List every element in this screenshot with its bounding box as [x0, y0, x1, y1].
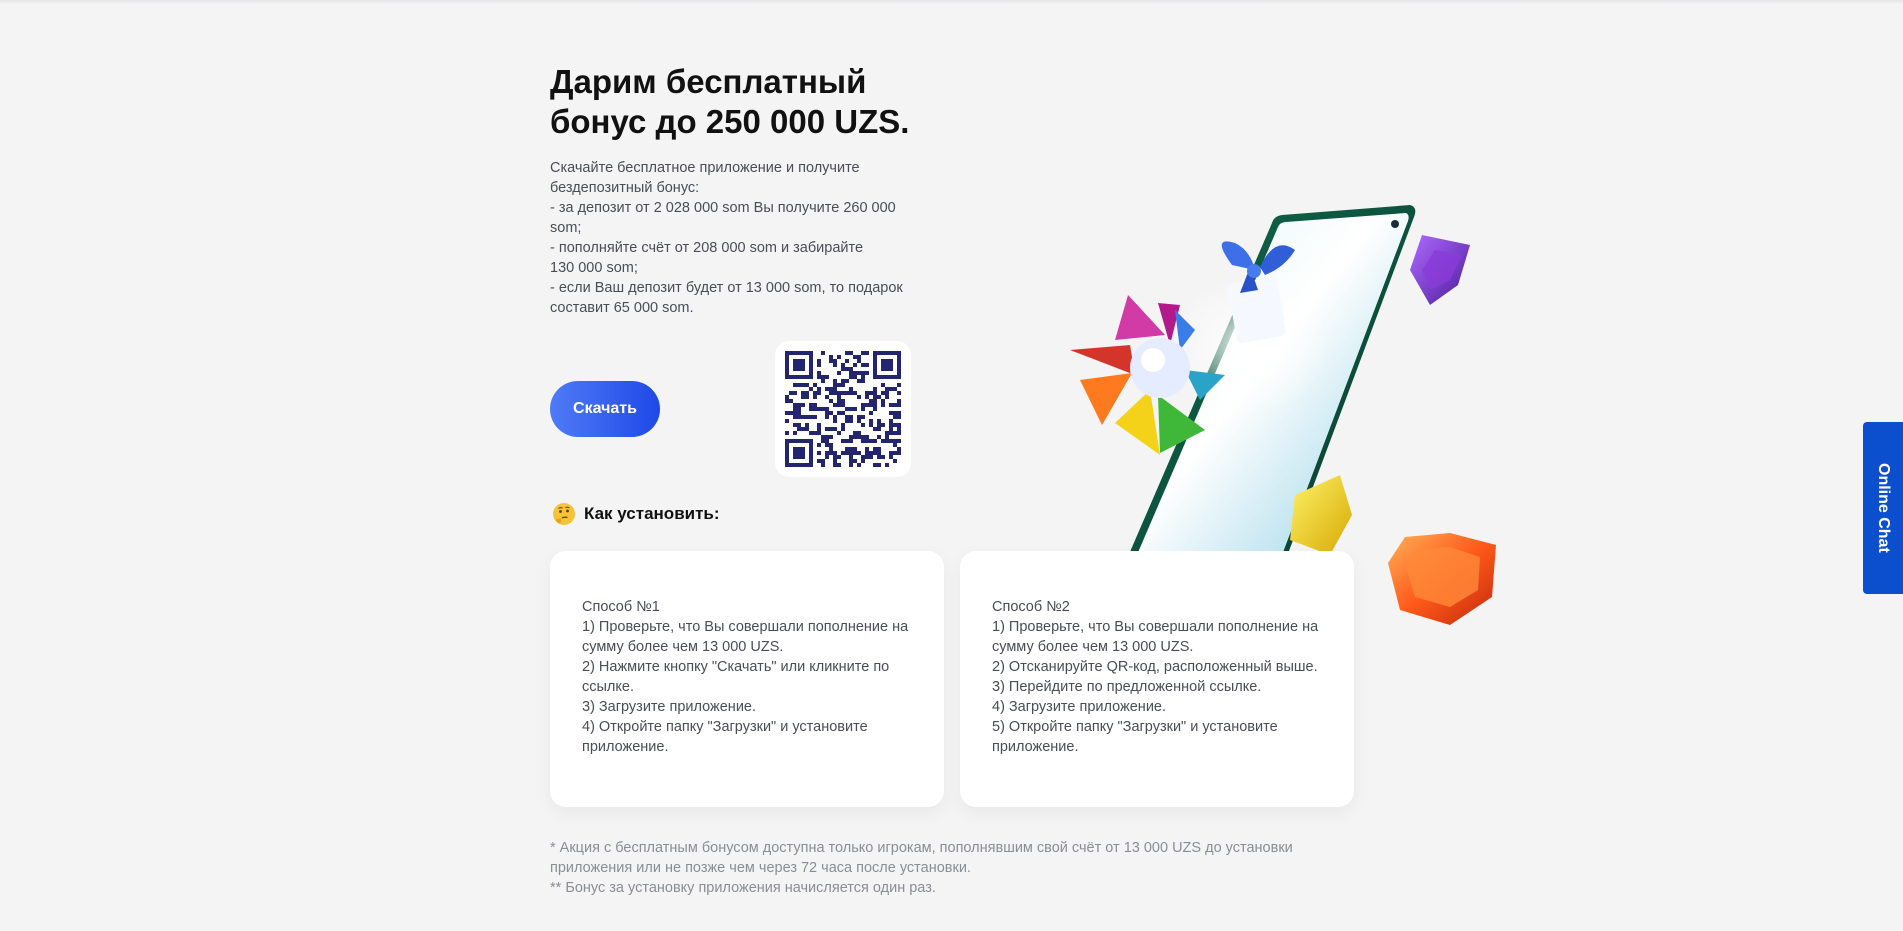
- method-step: приложение.: [992, 739, 1079, 755]
- how-to-install-label: Как установить:: [584, 504, 720, 523]
- online-chat-label: Online Chat: [1875, 463, 1892, 553]
- description-line: 130 000 som;: [550, 260, 638, 276]
- header-shadow: [0, 0, 1903, 4]
- footnote-line: приложения или не позже чем через 72 час…: [550, 860, 971, 876]
- method-step: 5) Откройте папку "Загрузки" и установит…: [992, 719, 1278, 735]
- title-line-2: бонус до 250 000 UZS.: [550, 103, 910, 140]
- method-step: сумму более чем 13 000 UZS.: [992, 639, 1194, 655]
- online-chat-tab[interactable]: Online Chat: [1863, 422, 1903, 594]
- method-step: 2) Нажмите кнопку "Скачать" или кликните…: [582, 659, 890, 675]
- bonus-description: Скачайте бесплатное приложение и получит…: [550, 158, 930, 318]
- description-line: - пополняйте счёт от 208 000 som и забир…: [550, 240, 864, 256]
- page-title: Дарим бесплатный бонус до 250 000 UZS.: [550, 62, 970, 142]
- description-line: - если Ваш депозит будет от 13 000 som, …: [550, 280, 903, 296]
- method-step: 3) Перейдите по предложенной ссылке.: [992, 679, 1262, 695]
- phone-with-gems-illustration: [1070, 205, 1496, 625]
- method-card-1: Способ №1 1) Проверьте, что Вы совершали…: [550, 551, 944, 807]
- description-line: бездепозитный бонус:: [550, 180, 700, 196]
- method-step: ссылке.: [582, 679, 634, 695]
- page: Дарим бесплатный бонус до 250 000 UZS. С…: [0, 0, 1903, 931]
- title-line-1: Дарим бесплатный: [550, 63, 867, 100]
- description-line: составит 65 000 som.: [550, 300, 694, 316]
- method-step: сумму более чем 13 000 UZS.: [582, 639, 784, 655]
- qr-code-card[interactable]: [775, 341, 911, 477]
- qr-code-icon: [785, 351, 901, 467]
- download-button[interactable]: Скачать: [550, 381, 660, 437]
- how-to-install-heading: Как установить:: [552, 502, 720, 526]
- method-step: 4) Загрузите приложение.: [992, 699, 1167, 715]
- description-line: - за депозит от 2 028 000 som Вы получит…: [550, 200, 896, 236]
- description-line: Скачайте бесплатное приложение и получит…: [550, 160, 860, 176]
- method-title: Способ №1: [582, 599, 660, 615]
- footnote-line: ** Бонус за установку приложения начисля…: [550, 880, 936, 896]
- method-step: приложение.: [582, 739, 669, 755]
- thinking-face-icon: [553, 503, 575, 525]
- footnote-line: * Акция с бесплатным бонусом доступна то…: [550, 840, 1293, 856]
- bonus-footnote: * Акция с бесплатным бонусом доступна то…: [550, 838, 1310, 898]
- method-step: 3) Загрузите приложение.: [582, 699, 757, 715]
- method-step: 1) Проверьте, что Вы совершали пополнени…: [582, 619, 909, 635]
- method-step: 4) Откройте папку "Загрузки" и установит…: [582, 719, 868, 735]
- method-step: 2) Отсканируйте QR-код, расположенный вы…: [992, 659, 1318, 675]
